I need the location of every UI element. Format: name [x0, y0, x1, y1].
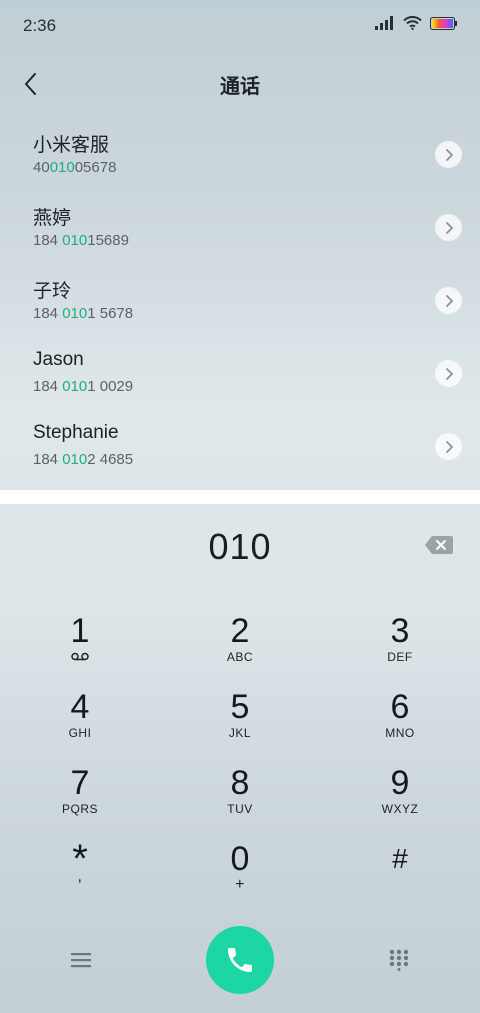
call-button[interactable]: [206, 926, 274, 994]
dialpad: 1 2 ABC 3 DEF 4 GHI 5 JKL 6 MNO 7 PQRS 8…: [0, 612, 480, 922]
contact-item[interactable]: 小米客服 4001005678: [0, 120, 480, 193]
contact-detail-button[interactable]: [435, 214, 462, 241]
title-bar: 通话: [0, 52, 480, 116]
menu-icon: [71, 953, 91, 968]
backspace-icon: [425, 536, 453, 554]
signal-icon: [375, 16, 393, 30]
contact-number: 184 0102 4685: [33, 451, 134, 468]
dialpad-toggle-button[interactable]: [384, 945, 414, 975]
battery-icon: [430, 16, 457, 30]
divider: [0, 490, 480, 504]
status-time: 2:36: [23, 16, 57, 35]
contact-item[interactable]: Stephanie 184 0102 4685: [0, 412, 480, 485]
key-6[interactable]: 6 MNO: [330, 688, 470, 758]
contact-number: 184 0101 5678: [33, 305, 134, 322]
status-bar: 2:36: [0, 0, 480, 52]
key-0[interactable]: 0 +: [170, 840, 310, 910]
phone-icon: [228, 948, 252, 972]
contact-number: 184 0101 0029: [33, 378, 134, 395]
contact-name: 子玲: [33, 281, 72, 302]
status-icons: [375, 16, 458, 30]
dialed-number: 010: [208, 526, 272, 567]
contact-number: 4001005678: [33, 159, 117, 176]
key-star[interactable]: * ,: [10, 839, 150, 910]
key-hash[interactable]: #: [330, 840, 470, 910]
contact-suggestions: 小米客服 4001005678 燕婷 184 01015689 子玲 184 0…: [0, 120, 480, 490]
contact-item[interactable]: Jason 184 0101 0029: [0, 339, 480, 412]
contact-name: 燕婷: [33, 208, 72, 229]
key-4[interactable]: 4 GHI: [10, 688, 150, 758]
key-9[interactable]: 9 WXYZ: [330, 764, 470, 834]
key-5[interactable]: 5 JKL: [170, 688, 310, 758]
backspace-button[interactable]: [424, 534, 454, 558]
contact-name: 小米客服: [33, 135, 110, 156]
key-1[interactable]: 1: [10, 612, 150, 682]
wifi-icon: [403, 16, 422, 30]
contact-number: 184 01015689: [33, 232, 129, 249]
contact-name: Jason: [33, 349, 84, 370]
contact-detail-button[interactable]: [435, 360, 462, 387]
dialpad-icon: [389, 949, 409, 971]
page-title: 通话: [220, 76, 260, 98]
key-2[interactable]: 2 ABC: [170, 612, 310, 682]
key-8[interactable]: 8 TUV: [170, 764, 310, 834]
bottom-actions: [0, 925, 480, 995]
contact-detail-button[interactable]: [435, 287, 462, 314]
contact-item[interactable]: 燕婷 184 01015689: [0, 193, 480, 266]
chevron-right-icon: [445, 440, 453, 453]
contact-item[interactable]: 子玲 184 0101 5678: [0, 266, 480, 339]
chevron-right-icon: [445, 221, 453, 234]
chevron-right-icon: [445, 148, 453, 161]
contact-detail-button[interactable]: [435, 433, 462, 460]
menu-button[interactable]: [64, 945, 98, 975]
key-7[interactable]: 7 PQRS: [10, 764, 150, 834]
chevron-right-icon: [445, 294, 453, 307]
key-3[interactable]: 3 DEF: [330, 612, 470, 682]
contact-name: Stephanie: [33, 422, 119, 443]
chevron-right-icon: [445, 367, 453, 380]
dial-display: 010: [0, 520, 480, 580]
voicemail-icon: [71, 652, 89, 661]
contact-detail-button[interactable]: [435, 141, 462, 168]
